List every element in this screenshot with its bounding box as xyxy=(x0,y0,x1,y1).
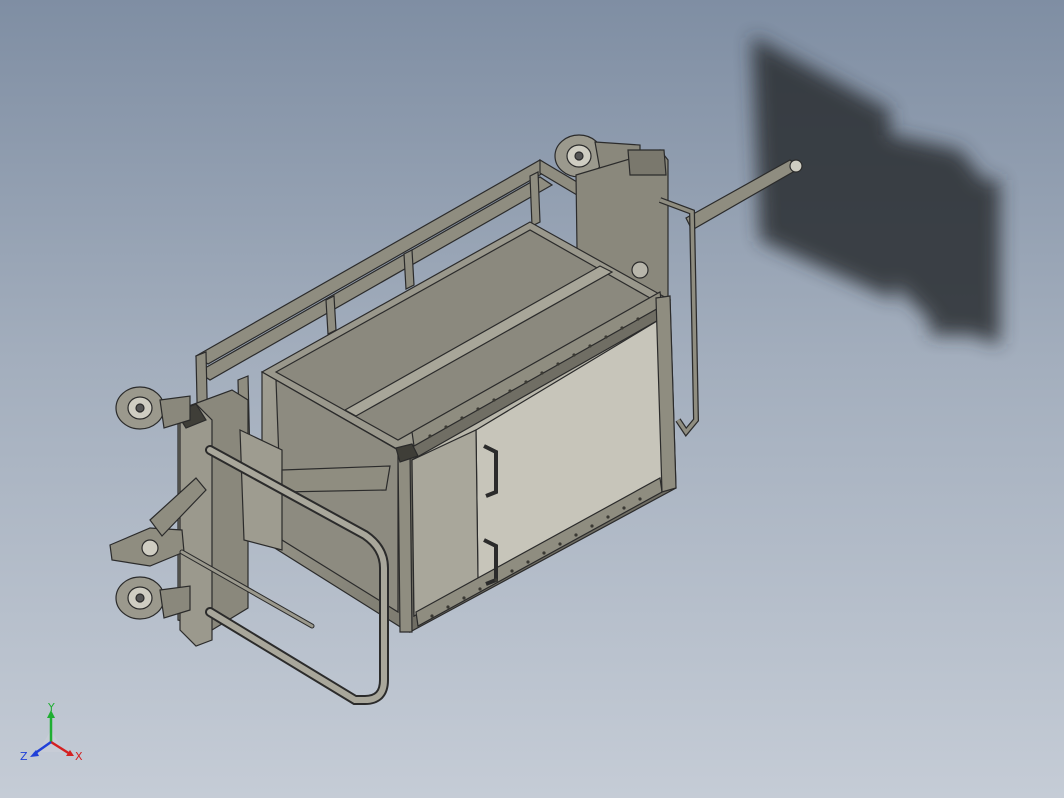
cart-assembly-model[interactable] xyxy=(0,0,1064,798)
x-axis-label: X xyxy=(75,750,83,763)
cad-viewport[interactable]: Y X Z xyxy=(0,0,1064,798)
drop-shadow xyxy=(752,36,1000,345)
coordinate-triad: Y X Z xyxy=(20,702,83,763)
y-axis-label: Y xyxy=(47,702,55,714)
z-axis-label: Z xyxy=(20,750,28,763)
